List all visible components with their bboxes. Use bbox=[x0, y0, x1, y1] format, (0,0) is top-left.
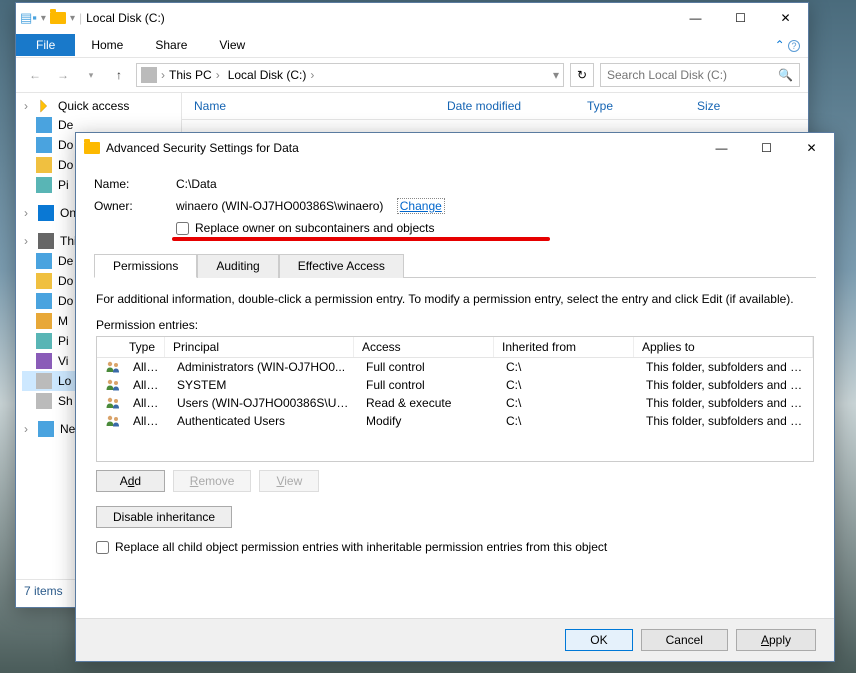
replace-child-label: Replace all child object permission entr… bbox=[115, 540, 607, 554]
owner-value: winaero (WIN-OJ7HO00386S\winaero) bbox=[176, 199, 383, 213]
view-button: View bbox=[259, 470, 319, 492]
disable-inheritance-button[interactable]: Disable inheritance bbox=[96, 506, 232, 528]
sidebar-quick-access[interactable]: Quick access bbox=[22, 97, 175, 115]
users-icon bbox=[105, 395, 121, 411]
back-button[interactable]: ← bbox=[24, 64, 46, 86]
address-box[interactable]: › This PC Local Disk (C:) ▾ bbox=[136, 63, 564, 87]
name-label: Name: bbox=[94, 177, 176, 191]
search-input[interactable] bbox=[607, 68, 778, 82]
tab-effective-access[interactable]: Effective Access bbox=[279, 254, 404, 278]
cancel-button[interactable]: Cancel bbox=[641, 629, 728, 651]
remove-button: Remove bbox=[173, 470, 252, 492]
dialog-maximize-button[interactable]: ☐ bbox=[744, 134, 789, 162]
search-box[interactable]: 🔍 bbox=[600, 63, 800, 87]
folder-icon bbox=[50, 12, 66, 24]
file-columns: Name Date modified Type Size bbox=[182, 93, 808, 120]
ribbon-file[interactable]: File bbox=[16, 34, 75, 56]
maximize-button[interactable]: ☐ bbox=[718, 4, 763, 32]
tabs: Permissions Auditing Effective Access bbox=[94, 253, 816, 278]
col-principal[interactable]: Principal bbox=[165, 337, 354, 357]
onedrive-icon bbox=[38, 205, 54, 221]
apply-button[interactable]: Apply bbox=[736, 629, 816, 651]
ribbon: File Home Share View ⌃ ? bbox=[16, 33, 808, 57]
users-icon bbox=[105, 413, 121, 429]
downloads-icon bbox=[36, 137, 52, 153]
table-row[interactable]: AllowAuthenticated UsersModifyC:\This fo… bbox=[97, 412, 813, 430]
address-dropdown-icon[interactable]: ▾ bbox=[553, 68, 559, 82]
ribbon-share[interactable]: Share bbox=[139, 34, 203, 56]
ribbon-view[interactable]: View bbox=[203, 34, 261, 56]
address-bar: ← → ▾ ↑ › This PC Local Disk (C:) ▾ ↻ 🔍 bbox=[16, 57, 808, 93]
status-count: 7 items bbox=[24, 584, 63, 598]
col-size[interactable]: Size bbox=[685, 97, 775, 115]
users-icon bbox=[105, 377, 121, 393]
documents-icon bbox=[36, 157, 52, 173]
col-applies[interactable]: Applies to bbox=[634, 337, 813, 357]
col-date[interactable]: Date modified bbox=[435, 97, 575, 115]
drive-icon bbox=[141, 67, 157, 83]
dialog-titlebar: Advanced Security Settings for Data — ☐ … bbox=[76, 133, 834, 163]
explorer-titlebar: ▤▪ ▾ ▾ | Local Disk (C:) — ☐ ✕ bbox=[16, 3, 808, 33]
search-icon[interactable]: 🔍 bbox=[778, 68, 793, 82]
replace-child-checkbox[interactable] bbox=[96, 541, 109, 554]
permissions-label: Permission entries: bbox=[96, 318, 814, 332]
documents-icon bbox=[36, 273, 52, 289]
dialog-title: Advanced Security Settings for Data bbox=[106, 141, 299, 155]
tab-permissions[interactable]: Permissions bbox=[94, 254, 197, 278]
table-row[interactable]: AllowAdministrators (WIN-OJ7HO0...Full c… bbox=[97, 358, 813, 376]
col-inherited[interactable]: Inherited from bbox=[494, 337, 634, 357]
security-dialog: Advanced Security Settings for Data — ☐ … bbox=[75, 132, 835, 662]
users-icon bbox=[105, 359, 121, 375]
dialog-buttons: OK Cancel Apply bbox=[76, 618, 834, 661]
change-owner-link[interactable]: Change bbox=[397, 198, 445, 214]
breadcrumb-pc[interactable]: This PC bbox=[169, 68, 224, 82]
col-name[interactable]: Name bbox=[182, 97, 435, 115]
name-value: C:\Data bbox=[176, 177, 217, 191]
refresh-button[interactable]: ↻ bbox=[570, 63, 594, 87]
close-button[interactable]: ✕ bbox=[763, 4, 808, 32]
permissions-description: For additional information, double-click… bbox=[96, 292, 814, 306]
desktop-icon bbox=[36, 117, 52, 133]
col-type[interactable]: Type bbox=[575, 97, 685, 115]
permissions-table: Type Principal Access Inherited from App… bbox=[96, 336, 814, 462]
replace-owner-checkbox[interactable] bbox=[176, 222, 189, 235]
breadcrumb-disk[interactable]: Local Disk (C:) bbox=[228, 68, 319, 82]
up-button[interactable]: ↑ bbox=[108, 64, 130, 86]
add-button[interactable]: _Add_ bbox=[96, 470, 165, 492]
table-row[interactable]: AllowSYSTEMFull controlC:\This folder, s… bbox=[97, 376, 813, 394]
quick-access-dropdown-icon[interactable]: ▾ bbox=[41, 13, 46, 24]
pc-icon bbox=[38, 233, 54, 249]
pictures-icon bbox=[36, 177, 52, 193]
ribbon-expand-icon[interactable]: ⌃ ? bbox=[775, 38, 808, 52]
dialog-minimize-button[interactable]: — bbox=[699, 134, 744, 162]
drive-icon bbox=[36, 373, 52, 389]
ribbon-home[interactable]: Home bbox=[75, 34, 139, 56]
drive-icon bbox=[36, 393, 52, 409]
window-title: Local Disk (C:) bbox=[86, 11, 165, 25]
title-dropdown-icon[interactable]: ▾ bbox=[70, 13, 75, 24]
col-type[interactable]: Type bbox=[97, 337, 165, 357]
owner-label: Owner: bbox=[94, 199, 176, 213]
app-icon: ▤▪ bbox=[20, 10, 37, 26]
downloads-icon bbox=[36, 293, 52, 309]
highlight-line bbox=[172, 237, 550, 241]
folder-icon bbox=[84, 142, 100, 154]
videos-icon bbox=[36, 353, 52, 369]
recent-dropdown-icon[interactable]: ▾ bbox=[80, 64, 102, 86]
ok-button[interactable]: OK bbox=[565, 629, 632, 651]
dialog-close-button[interactable]: ✕ bbox=[789, 134, 834, 162]
forward-button[interactable]: → bbox=[52, 64, 74, 86]
desktop-icon bbox=[36, 253, 52, 269]
col-access[interactable]: Access bbox=[354, 337, 494, 357]
pictures-icon bbox=[36, 333, 52, 349]
music-icon bbox=[36, 313, 52, 329]
minimize-button[interactable]: — bbox=[673, 4, 718, 32]
network-icon bbox=[38, 421, 54, 437]
tab-auditing[interactable]: Auditing bbox=[197, 254, 278, 278]
quick-access-icon bbox=[38, 99, 52, 113]
replace-owner-label: Replace owner on subcontainers and objec… bbox=[195, 221, 434, 235]
table-row[interactable]: AllowUsers (WIN-OJ7HO00386S\Us...Read & … bbox=[97, 394, 813, 412]
breadcrumb-root-dropdown[interactable]: › bbox=[161, 68, 165, 82]
